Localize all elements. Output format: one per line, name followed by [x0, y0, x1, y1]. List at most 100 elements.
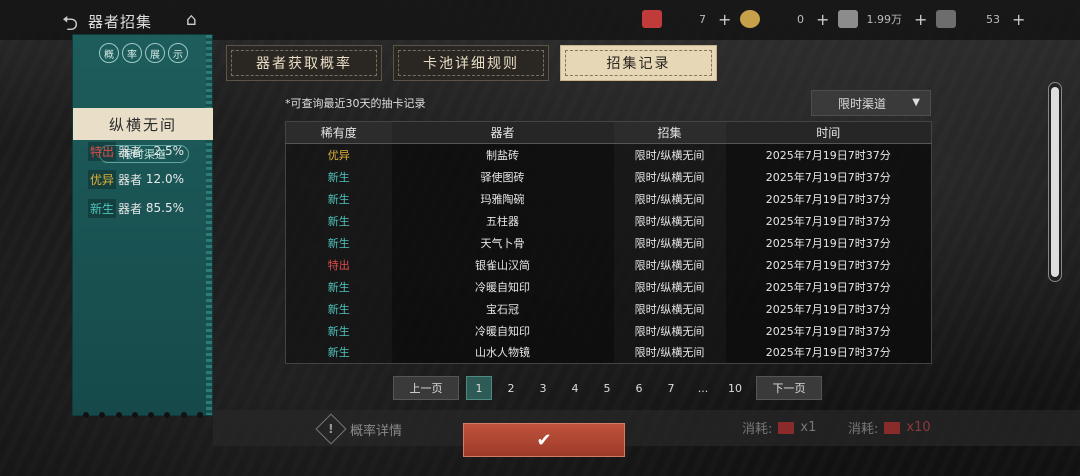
page-4-button[interactable]: 4: [562, 376, 588, 400]
page-6-button[interactable]: 6: [626, 376, 652, 400]
rarity-cell: 特出: [327, 258, 350, 272]
table-row: 新生 宝石冠 限时/纵横无间 2025年7月19日7时37分: [286, 297, 932, 320]
rate-kind: 器者: [118, 201, 143, 216]
add-resource-button[interactable]: +: [914, 10, 927, 29]
home-icon[interactable]: ⌂: [186, 10, 197, 30]
rarity-cell: 新生: [327, 280, 350, 294]
check-icon: ✔: [536, 429, 552, 451]
cost-value: x10: [906, 420, 931, 435]
rate-row: 新生 器者 85.5%: [88, 198, 198, 218]
panel-stripe: [206, 35, 212, 415]
tab-records[interactable]: 招集记录: [560, 45, 717, 81]
item-cell: 冷暖自知印: [391, 275, 614, 298]
panel-notches: [83, 412, 203, 418]
rate-percent: 85.5%: [145, 201, 184, 215]
confirm-button[interactable]: ✔: [463, 423, 625, 457]
panel-header: 概 率 展 示: [73, 43, 214, 63]
scrollbar-thumb[interactable]: [1051, 87, 1059, 277]
cost-value: x1: [800, 420, 817, 435]
page-3-button[interactable]: 3: [530, 376, 556, 400]
rarity-cell: 新生: [327, 302, 350, 316]
header-char: 率: [122, 43, 142, 63]
pool-cell: 限时/纵横无间: [634, 302, 705, 316]
resource-value: 1.99万: [866, 13, 903, 26]
resource-silver-coin: 1.99万 +: [838, 8, 927, 30]
page-title: 器者招集: [88, 13, 153, 31]
tea-coin-icon: [740, 10, 760, 28]
page-5-button[interactable]: 5: [594, 376, 620, 400]
scrollbar[interactable]: [1048, 82, 1062, 282]
table-row: 新生 冷暖自知印 限时/纵横无间 2025年7月19日7时37分: [286, 275, 932, 298]
resource-red-ticket: 7 +: [642, 8, 731, 30]
col-header-pool: 招集: [613, 121, 726, 144]
time-cell: 2025年7月19日7时37分: [725, 209, 932, 232]
pool-cell: 限时/纵横无间: [634, 214, 705, 228]
pool-cell: 限时/纵横无间: [634, 346, 705, 360]
tab-label: 器者获取概率: [256, 56, 352, 72]
pool-cell: 限时/纵横无间: [634, 236, 705, 250]
rate-kind: 器者: [118, 172, 143, 187]
tab-rules[interactable]: 卡池详细规则: [393, 45, 549, 81]
table-row: 新生 冷暖自知印 限时/纵横无间 2025年7月19日7时37分: [286, 319, 932, 342]
add-resource-button[interactable]: +: [718, 10, 731, 29]
page-ellipsis: ...: [697, 381, 709, 395]
pool-cell: 限时/纵横无间: [634, 280, 705, 294]
star-crystal-icon: [936, 10, 956, 28]
resource-star-crystal: 53 +: [936, 8, 1025, 30]
cost-label: 消耗:: [742, 422, 773, 437]
rate-row: 优异 器者 12.0%: [88, 169, 198, 189]
page-10-button[interactable]: 10: [722, 376, 748, 400]
rarity-cell: 新生: [327, 170, 350, 184]
probability-detail-button[interactable]: ! 概率详情: [315, 413, 403, 445]
rate-kind: 器者: [118, 144, 143, 159]
rarity-cell: 新生: [327, 346, 350, 360]
page-7-button[interactable]: 7: [658, 376, 684, 400]
red-ticket-icon: [778, 421, 795, 434]
time-cell: 2025年7月19日7时37分: [725, 165, 932, 188]
tab-label: 卡池详细规则: [423, 56, 519, 72]
table-header-row: 稀有度 器者 招集 时间: [285, 121, 932, 144]
add-resource-button[interactable]: +: [816, 10, 829, 29]
time-cell: 2025年7月19日7时37分: [725, 187, 932, 210]
pool-cell: 限时/纵横无间: [634, 170, 705, 184]
item-cell: 玛雅陶碗: [391, 187, 614, 210]
channel-dropdown[interactable]: 限时渠道 ▼: [811, 90, 931, 116]
prev-page-button[interactable]: 上一页: [393, 376, 459, 400]
probability-panel: 概 率 展 示 纵横无间 限时渠道: [72, 34, 214, 418]
header-char: 展: [145, 43, 165, 63]
col-header-time: 时间: [725, 121, 932, 144]
silver-coin-icon: [838, 10, 858, 28]
time-cell: 2025年7月19日7时37分: [725, 319, 932, 342]
item-cell: 冷暖自知印: [391, 319, 614, 342]
resource-value: 53: [986, 12, 1000, 26]
time-cell: 2025年7月19日7时37分: [725, 143, 932, 166]
item-cell: 宝石冠: [391, 297, 614, 320]
tab-probability[interactable]: 器者获取概率: [226, 45, 382, 81]
header-char: 概: [99, 43, 119, 63]
header-char: 示: [168, 43, 188, 63]
rate-percent: 12.0%: [145, 172, 184, 186]
table-row: 优异 制盐砖 限时/纵横无间 2025年7月19日7时37分: [286, 143, 932, 166]
tab-label: 招集记录: [606, 56, 671, 72]
time-cell: 2025年7月19日7时37分: [725, 297, 932, 320]
item-cell: 五柱器: [391, 209, 614, 232]
col-header-item: 器者: [391, 121, 614, 144]
col-header-rarity: 稀有度: [285, 121, 392, 144]
records-table: 稀有度 器者 招集 时间 优异 制盐砖 限时/纵横无间 2025年7月19日7时37分…: [285, 121, 932, 364]
add-resource-button[interactable]: +: [1012, 10, 1025, 29]
item-cell: 驿使图砖: [391, 165, 614, 188]
page-2-button[interactable]: 2: [498, 376, 524, 400]
rarity-cell: 新生: [327, 214, 350, 228]
query-note: *可查询最近30天的抽卡记录: [285, 97, 426, 110]
rarity-cell: 新生: [327, 324, 350, 338]
next-page-button[interactable]: 下一页: [756, 376, 822, 400]
rarity-tag: 优异: [88, 169, 117, 189]
caret-down-icon: ▼: [912, 97, 920, 108]
rate-row: 特出 器者 2.5%: [88, 141, 198, 161]
single-draw-cost: 消耗: x1: [742, 418, 816, 437]
table-row: 新生 驿使图砖 限时/纵横无间 2025年7月19日7时37分: [286, 165, 932, 188]
detail-label: 概率详情: [350, 423, 403, 439]
rarity-tag: 特出: [88, 141, 117, 161]
page-1-button[interactable]: 1: [466, 376, 492, 400]
time-cell: 2025年7月19日7时37分: [725, 231, 932, 254]
